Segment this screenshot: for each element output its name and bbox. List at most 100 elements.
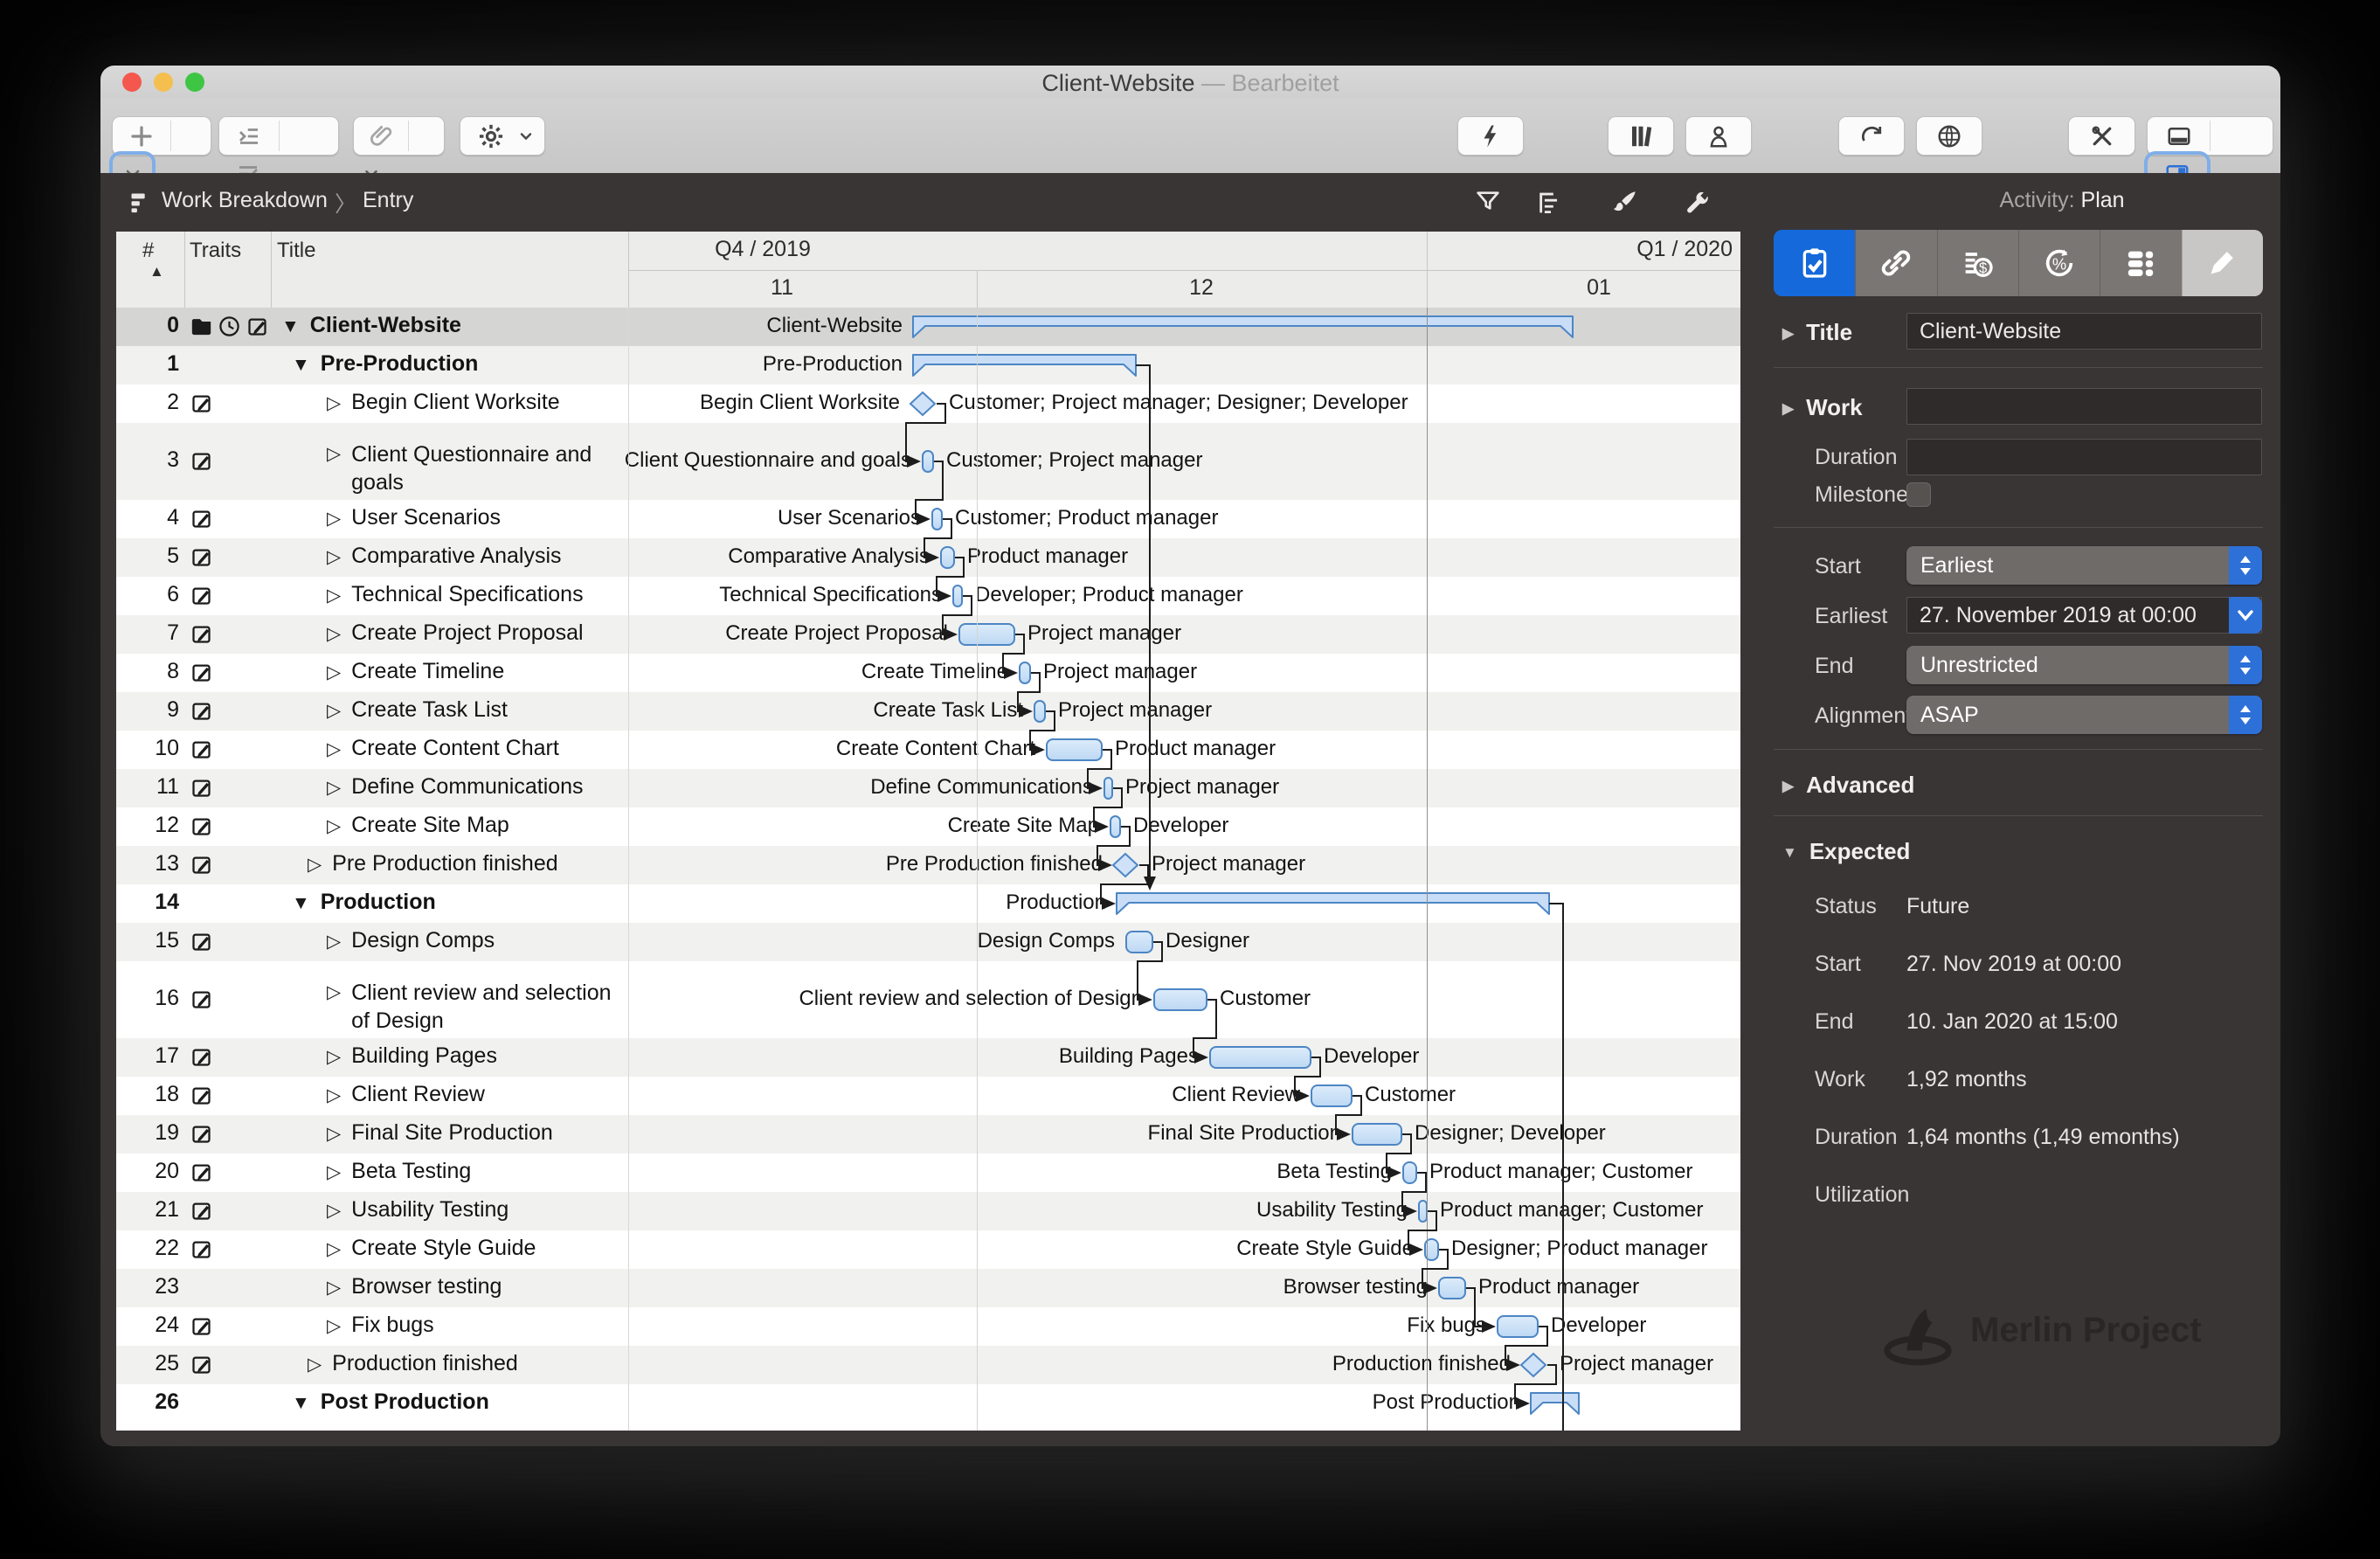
- disclosure-closed-icon[interactable]: ▷: [327, 815, 341, 837]
- start-popup[interactable]: Earliest: [1906, 546, 2262, 585]
- library-button[interactable]: [1608, 116, 1674, 156]
- table-row[interactable]: 11▷Define CommunicationsDefine Communica…: [116, 769, 1740, 807]
- disclosure-closed-icon[interactable]: ▷: [327, 777, 341, 799]
- table-row[interactable]: 19▷Final Site ProductionFinal Site Produ…: [116, 1115, 1740, 1154]
- milestone-checkbox[interactable]: [1906, 482, 1931, 507]
- table-row[interactable]: 10▷Create Content ChartCreate Content Ch…: [116, 731, 1740, 769]
- title-cell[interactable]: ▷Client Review: [327, 1082, 485, 1107]
- gantt-task-bar[interactable]: [952, 585, 963, 607]
- gantt-milestone-diamond[interactable]: [1519, 1353, 1549, 1379]
- settings-wrench-button[interactable]: [1682, 188, 1712, 218]
- gantt-task-bar[interactable]: [1424, 1238, 1439, 1261]
- gantt-task-bar[interactable]: [958, 623, 1015, 646]
- disclosure-closed-icon[interactable]: ▷: [327, 1084, 341, 1106]
- title-cell[interactable]: ▷Begin Client Worksite: [327, 390, 560, 415]
- gantt-task-bar[interactable]: [1153, 988, 1207, 1011]
- filter-button[interactable]: [1473, 188, 1503, 218]
- disclosure-closed-icon[interactable]: ▷: [327, 546, 341, 568]
- gantt-task-bar[interactable]: [1438, 1277, 1466, 1299]
- gantt-milestone-diamond[interactable]: [1111, 853, 1141, 879]
- alignment-popup[interactable]: ASAP: [1906, 696, 2262, 734]
- disclosure-closed-icon[interactable]: ▷: [327, 1277, 341, 1299]
- inspector-tab-clipboard-check[interactable]: [1774, 230, 1855, 296]
- disclosure-open-icon[interactable]: ▼: [292, 893, 310, 914]
- toggle-bottom-panel-button[interactable]: [2148, 117, 2210, 155]
- title-cell[interactable]: ▼Client-Website: [281, 313, 461, 338]
- title-cell[interactable]: ▷Fix bugs: [327, 1313, 434, 1338]
- table-row[interactable]: 12▷Create Site MapCreate Site MapDevelop…: [116, 807, 1740, 846]
- disclosure-open-icon[interactable]: ▼: [281, 316, 300, 337]
- gantt-summary-bar[interactable]: [911, 353, 1138, 379]
- table-row[interactable]: 3▷Client Questionnaire and goalsClient Q…: [116, 423, 1740, 500]
- disclosure-closed-icon[interactable]: ▷: [327, 1046, 341, 1068]
- disclosure-closed-icon[interactable]: ▷: [327, 1315, 341, 1337]
- title-cell[interactable]: ▷Production finished: [308, 1351, 518, 1376]
- column-header-traits[interactable]: Traits: [190, 239, 241, 263]
- title-cell[interactable]: ▼Production: [292, 890, 436, 915]
- add-item-button[interactable]: [113, 117, 170, 155]
- title-cell[interactable]: ▷User Scenarios: [327, 505, 501, 530]
- table-row[interactable]: 26▼Post ProductionPost Production: [116, 1384, 1740, 1423]
- work-field[interactable]: [1906, 388, 2262, 425]
- disclosure-closed-icon[interactable]: ▷: [327, 1123, 341, 1145]
- title-cell[interactable]: ▷Client review and selection of Design: [327, 979, 615, 1035]
- disclosure-closed-icon[interactable]: ▷: [327, 508, 341, 530]
- resources-button[interactable]: [1685, 116, 1752, 156]
- title-cell[interactable]: ▷Define Communications: [327, 774, 584, 800]
- utilities-button[interactable]: [2068, 116, 2135, 156]
- column-header-number[interactable]: #: [142, 239, 154, 263]
- advanced-section-label[interactable]: ▶Advanced: [1782, 772, 1914, 799]
- inspector-tab-rows[interactable]: [2100, 230, 2181, 296]
- table-row[interactable]: 8▷Create TimelineCreate TimelineProject …: [116, 654, 1740, 692]
- disclosure-closed-icon[interactable]: ▷: [308, 854, 322, 876]
- title-cell[interactable]: ▼Post Production: [292, 1389, 489, 1415]
- disclosure-open-icon[interactable]: ▼: [292, 1393, 310, 1414]
- title-cell[interactable]: ▷Pre Production finished: [308, 851, 558, 877]
- table-row[interactable]: 7▷Create Project ProposalCreate Project …: [116, 615, 1740, 654]
- table-row[interactable]: 22▷Create Style GuideCreate Style GuideD…: [116, 1230, 1740, 1269]
- table-row[interactable]: 25▷Production finishedProduction finishe…: [116, 1346, 1740, 1384]
- gantt-task-bar[interactable]: [1104, 777, 1113, 800]
- expected-section-label[interactable]: ▼Expected: [1782, 838, 1910, 865]
- title-section-label[interactable]: ▶Title: [1782, 319, 1852, 346]
- table-row[interactable]: 6▷Technical SpecificationsTechnical Spec…: [116, 577, 1740, 615]
- disclosure-closed-icon[interactable]: ▷: [327, 392, 341, 414]
- title-cell[interactable]: ▷Create Style Guide: [327, 1236, 536, 1261]
- earliest-date-field[interactable]: 27. November 2019 at 00:00: [1906, 597, 2262, 634]
- title-cell[interactable]: ▷Usability Testing: [327, 1197, 509, 1223]
- breadcrumb-view[interactable]: Work Breakdown: [162, 188, 328, 213]
- table-row[interactable]: 2▷Begin Client WorksiteBegin Client Work…: [116, 385, 1740, 423]
- indent-button[interactable]: [219, 117, 279, 155]
- date-dropdown-icon[interactable]: [2229, 597, 2262, 634]
- disclosure-closed-icon[interactable]: ▷: [308, 1354, 322, 1375]
- actions-button[interactable]: [1457, 116, 1524, 156]
- gantt-summary-bar[interactable]: [1115, 891, 1551, 918]
- table-row[interactable]: 21▷Usability TestingUsability TestingPro…: [116, 1192, 1740, 1230]
- gantt-task-bar[interactable]: [1209, 1046, 1311, 1069]
- disclosure-closed-icon[interactable]: ▷: [327, 931, 341, 953]
- gantt-task-bar[interactable]: [1110, 815, 1121, 838]
- gantt-task-bar[interactable]: [1125, 931, 1153, 953]
- title-cell[interactable]: ▼Pre-Production: [292, 351, 478, 377]
- gantt-task-bar[interactable]: [1034, 700, 1046, 723]
- breadcrumb-entry[interactable]: Entry: [363, 188, 413, 213]
- gantt-task-bar[interactable]: [940, 546, 955, 569]
- table-row[interactable]: 13▷Pre Production finishedPre Production…: [116, 846, 1740, 884]
- gantt-summary-bar[interactable]: [911, 315, 1574, 341]
- gantt-summary-bar[interactable]: [1529, 1391, 1581, 1417]
- disclosure-closed-icon[interactable]: ▷: [327, 979, 341, 1035]
- table-row[interactable]: 5▷Comparative AnalysisComparative Analys…: [116, 538, 1740, 577]
- table-row[interactable]: 23▷Browser testingBrowser testingProduct…: [116, 1269, 1740, 1307]
- title-cell[interactable]: ▷Technical Specifications: [327, 582, 584, 607]
- title-cell[interactable]: ▷Final Site Production: [327, 1120, 553, 1146]
- disclosure-closed-icon[interactable]: ▷: [327, 585, 341, 606]
- settings-button[interactable]: [460, 116, 545, 156]
- title-cell[interactable]: ▷Comparative Analysis: [327, 544, 562, 569]
- table-row[interactable]: 24▷Fix bugsFix bugsDeveloper: [116, 1307, 1740, 1346]
- gantt-milestone-diamond[interactable]: [909, 391, 938, 418]
- table-row[interactable]: 15▷Design CompsDesign CompsDesigner: [116, 923, 1740, 961]
- column-header-title[interactable]: Title: [277, 239, 315, 263]
- disclosure-closed-icon[interactable]: ▷: [327, 1238, 341, 1260]
- disclosure-closed-icon[interactable]: ▷: [327, 1161, 341, 1183]
- title-cell[interactable]: ▷Client Questionnaire and goals: [327, 440, 615, 496]
